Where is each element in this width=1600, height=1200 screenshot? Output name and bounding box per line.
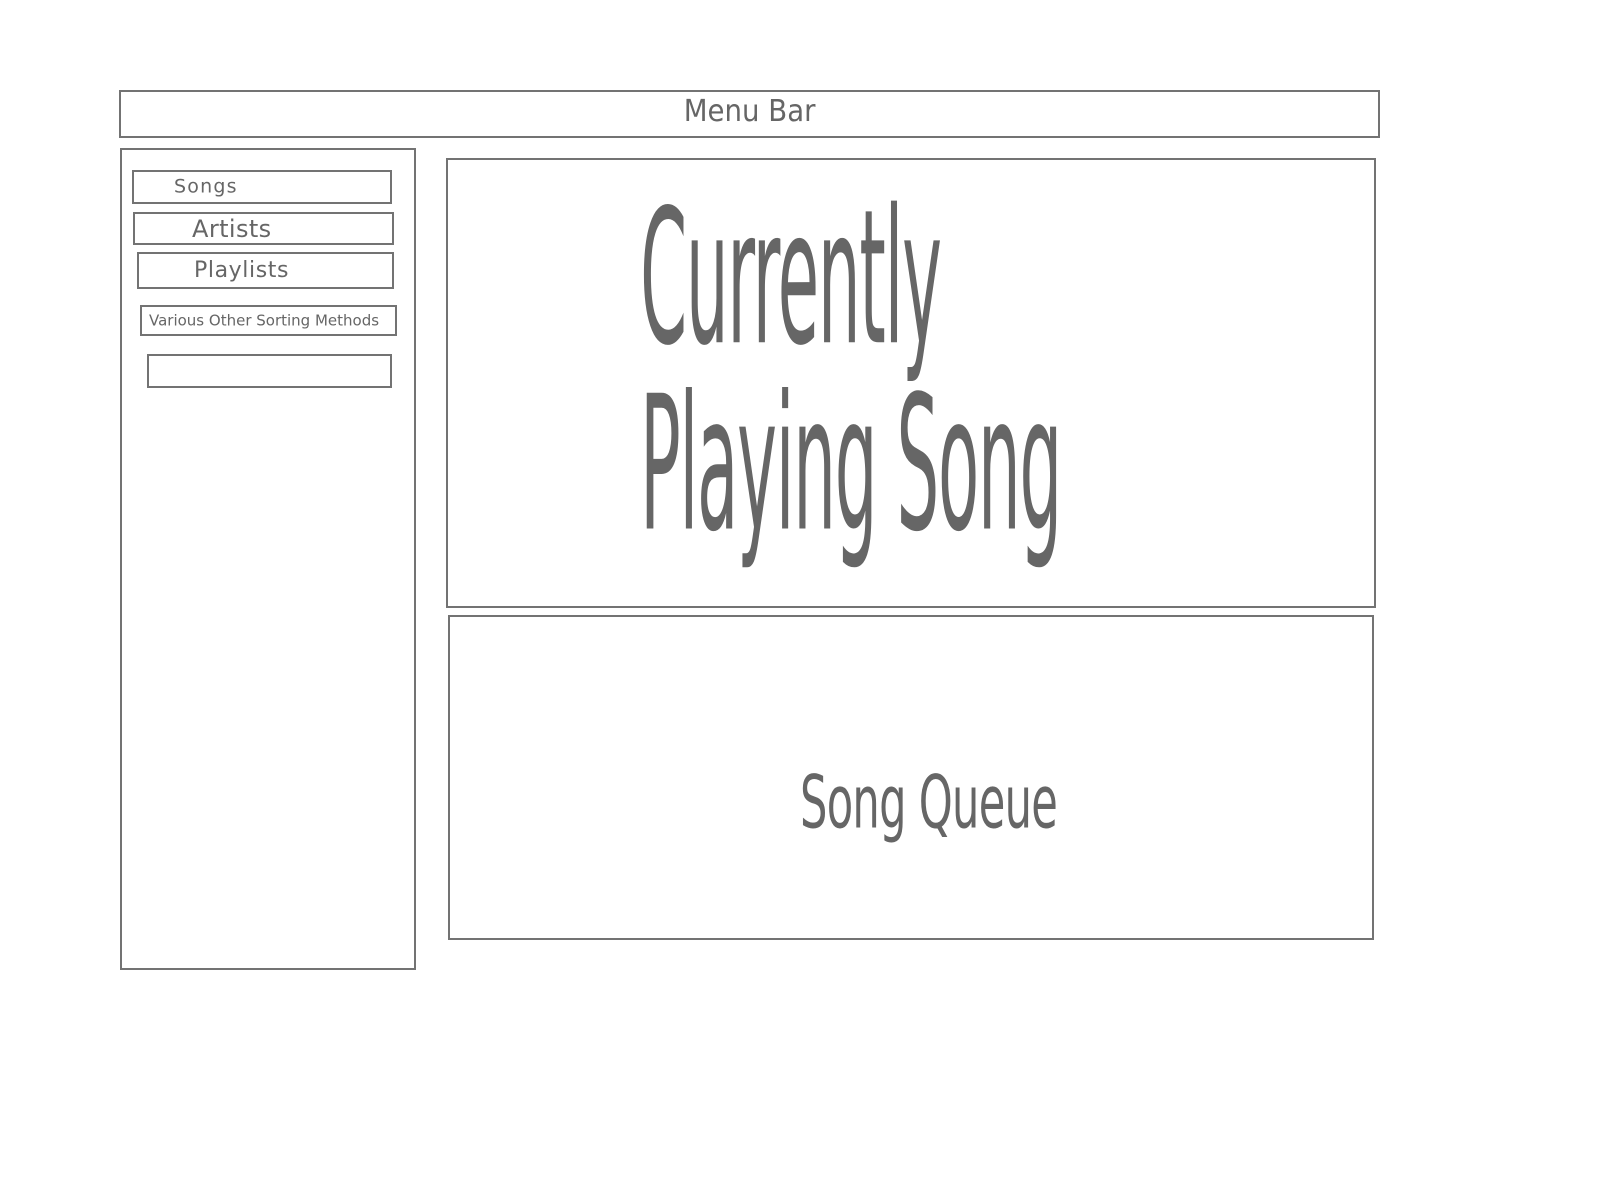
sidebar-item-label: Artists xyxy=(192,214,272,243)
sidebar-item-songs[interactable]: Songs xyxy=(132,170,392,204)
sidebar-item-label: Songs xyxy=(174,175,238,198)
song-queue-label: Song Queue xyxy=(800,759,1058,846)
menu-bar-label: Menu Bar xyxy=(683,94,816,129)
sidebar-item-other-sorting[interactable]: Various Other Sorting Methods xyxy=(140,305,397,336)
now-playing-label-wrap: Currently Playing Song xyxy=(448,160,1374,606)
sidebar-item-label: Playlists xyxy=(194,257,290,283)
sidebar-item-empty[interactable] xyxy=(147,354,392,388)
now-playing-panel: Currently Playing Song xyxy=(446,158,1376,608)
song-queue-panel: Song Queue xyxy=(448,615,1374,940)
song-queue-label-wrap: Song Queue xyxy=(450,617,1372,938)
sidebar: Songs Artists Playlists Various Other So… xyxy=(120,148,416,970)
sidebar-item-playlists[interactable]: Playlists xyxy=(137,252,394,289)
sidebar-item-artists[interactable]: Artists xyxy=(133,212,394,245)
menu-bar-label-wrap: Menu Bar xyxy=(121,92,1378,136)
now-playing-label: Currently Playing Song xyxy=(640,170,1062,574)
sidebar-item-label: Various Other Sorting Methods xyxy=(149,311,380,329)
menu-bar[interactable]: Menu Bar xyxy=(119,90,1380,138)
